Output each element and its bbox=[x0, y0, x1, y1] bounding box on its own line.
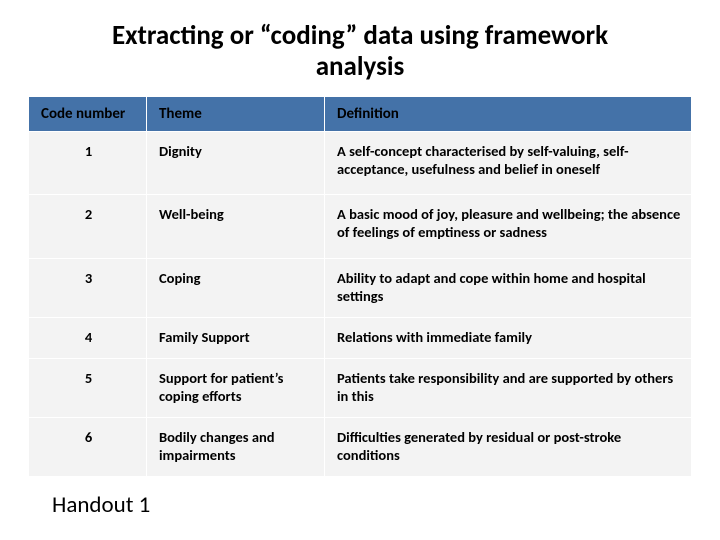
cell-definition: A basic mood of joy, pleasure and wellbe… bbox=[325, 195, 692, 258]
table-row: 4 Family Support Relations with immediat… bbox=[29, 317, 692, 358]
cell-definition: Patients take responsibility and are sup… bbox=[325, 358, 692, 417]
cell-theme: Dignity bbox=[147, 132, 325, 195]
table-header-row: Code number Theme Definition bbox=[29, 97, 692, 132]
col-header-code: Code number bbox=[29, 97, 147, 132]
table-row: 3 Coping Ability to adapt and cope withi… bbox=[29, 258, 692, 317]
cell-code: 3 bbox=[29, 258, 147, 317]
handout-label: Handout 1 bbox=[28, 491, 692, 519]
cell-code: 5 bbox=[29, 358, 147, 417]
cell-code: 2 bbox=[29, 195, 147, 258]
coding-table: Code number Theme Definition 1 Dignity A… bbox=[28, 96, 692, 477]
cell-code: 1 bbox=[29, 132, 147, 195]
cell-theme: Support for patient’s coping efforts bbox=[147, 358, 325, 417]
cell-definition: Ability to adapt and cope within home an… bbox=[325, 258, 692, 317]
table-row: 2 Well-being A basic mood of joy, pleasu… bbox=[29, 195, 692, 258]
table-row: 5 Support for patient’s coping efforts P… bbox=[29, 358, 692, 417]
cell-theme: Coping bbox=[147, 258, 325, 317]
cell-code: 4 bbox=[29, 317, 147, 358]
cell-theme: Bodily changes and impairments bbox=[147, 418, 325, 477]
table-row: 6 Bodily changes and impairments Difficu… bbox=[29, 418, 692, 477]
col-header-theme: Theme bbox=[147, 97, 325, 132]
col-header-definition: Definition bbox=[325, 97, 692, 132]
cell-theme: Well-being bbox=[147, 195, 325, 258]
page-title: Extracting or “coding” data using framew… bbox=[28, 20, 692, 82]
cell-code: 6 bbox=[29, 418, 147, 477]
cell-theme: Family Support bbox=[147, 317, 325, 358]
table-row: 1 Dignity A self-concept characterised b… bbox=[29, 132, 692, 195]
cell-definition: Difficulties generated by residual or po… bbox=[325, 418, 692, 477]
cell-definition: Relations with immediate family bbox=[325, 317, 692, 358]
cell-definition: A self-concept characterised by self-val… bbox=[325, 132, 692, 195]
